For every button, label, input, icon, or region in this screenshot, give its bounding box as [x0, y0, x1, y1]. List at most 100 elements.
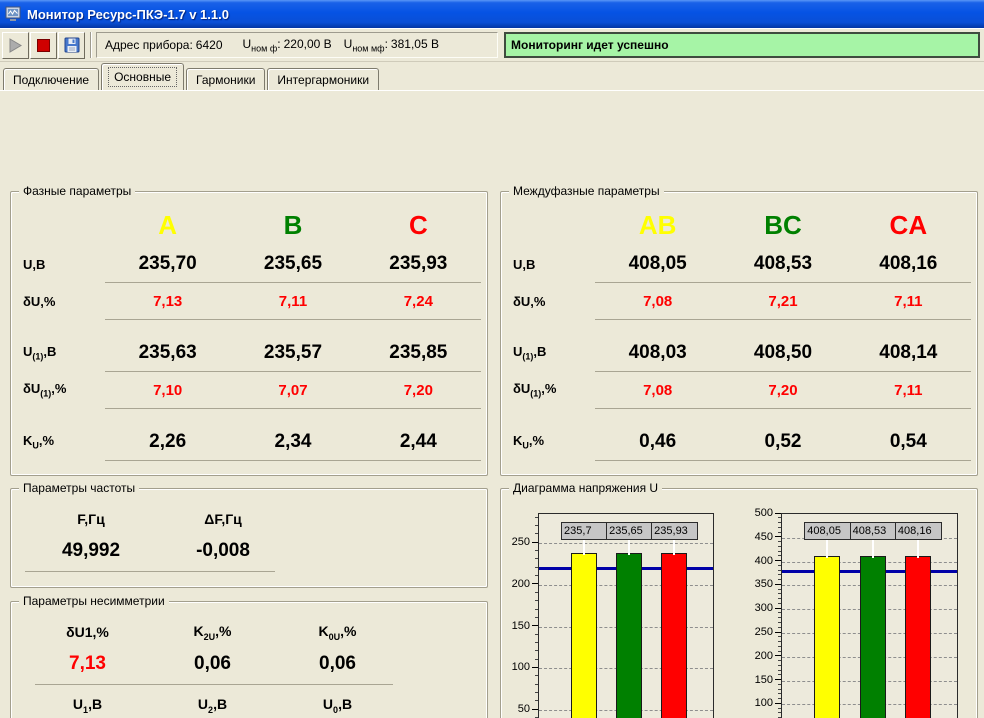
param-row-label: KU,%: [19, 433, 105, 451]
toolbar: Адрес прибора: 6420 Uном ф: 220,00 В Uно…: [0, 28, 984, 62]
group-caption: Фазные параметры: [19, 184, 135, 198]
y-minor-tick: [778, 522, 781, 523]
param-value: 7,10: [105, 382, 230, 399]
gridline: [539, 543, 713, 544]
param-value: 235,70: [105, 253, 230, 275]
y-major-tick: [775, 632, 781, 633]
y-minor-tick: [778, 555, 781, 556]
param-row-label: KU,%: [509, 433, 595, 451]
bar-value-label: 408,16: [895, 522, 942, 540]
bar: [814, 556, 840, 718]
app-icon: [5, 6, 21, 22]
bar-value-label: 408,05: [804, 522, 851, 540]
tab-Интергармоники[interactable]: Интергармоники: [267, 68, 379, 90]
param-row: δU,%7,137,117,24: [19, 283, 481, 319]
phase-column-header: C: [356, 210, 481, 241]
voltage-diagram-group: Диаграмма напряжения U 235,7235,65235,93…: [500, 488, 978, 718]
y-minor-tick: [535, 659, 538, 660]
y-minor-tick: [778, 617, 781, 618]
y-tick-label: 500: [747, 507, 773, 519]
param-row-label: δU,%: [19, 294, 105, 309]
y-minor-tick: [778, 646, 781, 647]
param-value: 7,20: [356, 382, 481, 399]
y-minor-tick: [535, 575, 538, 576]
row-separator: [595, 408, 971, 409]
param-row: U,В408,05408,53408,16: [509, 246, 971, 282]
phase-column-header: A: [105, 210, 230, 241]
param-value: 7,21: [720, 293, 845, 310]
y-major-tick: [775, 584, 781, 585]
param-value: 408,03: [595, 342, 720, 364]
param-value: 7,11: [230, 293, 355, 310]
y-minor-tick: [778, 546, 781, 547]
param-value: 0,54: [846, 431, 971, 453]
y-tick-label: 250: [747, 626, 773, 638]
y-minor-tick: [778, 651, 781, 652]
bar: [860, 556, 886, 718]
y-minor-tick: [535, 700, 538, 701]
stop-monitoring-button[interactable]: [30, 32, 57, 59]
y-major-tick: [775, 655, 781, 656]
interphase-params-group: Междуфазные параметры ABBCCAU,В408,05408…: [500, 191, 978, 476]
y-minor-tick: [778, 551, 781, 552]
y-minor-tick: [778, 541, 781, 542]
window-title: Монитор Ресурс-ПКЭ-1.7 v 1.1.0: [27, 7, 229, 22]
unom-interphase: Uном мф: 381,05 В: [344, 37, 439, 53]
phase-column-header: AB: [595, 210, 720, 241]
param-value: 235,93: [356, 253, 481, 275]
y-minor-tick: [778, 570, 781, 571]
bar-callout-line: [628, 540, 630, 555]
y-major-tick: [775, 608, 781, 609]
row-separator: [595, 319, 971, 320]
row-separator: [35, 684, 393, 685]
param-row: KU,%2,262,342,44: [19, 424, 481, 460]
y-minor-tick: [778, 527, 781, 528]
y-tick-label: 100: [508, 661, 530, 673]
group-caption: Диаграмма напряжения U: [509, 481, 662, 495]
y-minor-tick: [778, 698, 781, 699]
stop-icon: [37, 39, 50, 52]
row-separator: [105, 319, 481, 320]
row-separator: [105, 408, 481, 409]
y-minor-tick: [778, 708, 781, 709]
param-value: 0,46: [595, 431, 720, 453]
y-minor-tick: [778, 665, 781, 666]
tab-Подключение[interactable]: Подключение: [3, 68, 99, 90]
y-minor-tick: [535, 642, 538, 643]
param-row-label: U(1),В: [509, 344, 595, 362]
y-tick-label: 150: [508, 620, 530, 632]
group-caption: Параметры частоты: [19, 481, 139, 495]
tab-label: Гармоники: [196, 73, 255, 87]
param-value: 7,13: [25, 653, 150, 675]
bar-callout-line: [673, 540, 675, 555]
param-value: 408,05: [595, 253, 720, 275]
param-row-label: δU(1),%: [509, 381, 595, 399]
tab-Основные[interactable]: Основные: [101, 63, 184, 90]
y-minor-tick: [535, 692, 538, 693]
param-row-label: U,В: [19, 257, 105, 272]
tab-label: Основные: [108, 67, 177, 87]
param-row-label: δU(1),%: [19, 381, 105, 399]
save-button[interactable]: [58, 32, 85, 59]
monitoring-status: Мониторинг идет успешно: [504, 32, 980, 58]
chart-plot-area: 408,05408,53408,16: [781, 513, 958, 718]
phase-params-group: Фазные параметры ABCU,В235,70235,65235,9…: [10, 191, 488, 476]
phase-column-header: B: [230, 210, 355, 241]
y-minor-tick: [778, 627, 781, 628]
y-minor-tick: [535, 558, 538, 559]
bar-value-label: 235,7: [561, 522, 608, 540]
y-minor-tick: [535, 592, 538, 593]
chart-plot-area: 235,7235,65235,93: [538, 513, 714, 718]
y-minor-tick: [778, 598, 781, 599]
y-minor-tick: [778, 579, 781, 580]
bar-callout-line: [826, 540, 828, 558]
tab-Гармоники[interactable]: Гармоники: [186, 68, 265, 90]
param-row: KU,%0,460,520,54: [509, 424, 971, 460]
y-minor-tick: [535, 617, 538, 618]
y-minor-tick: [778, 636, 781, 637]
device-info-panel: Адрес прибора: 6420 Uном ф: 220,00 В Uно…: [96, 32, 498, 58]
param-header: K0U,%: [275, 623, 400, 642]
param-value: 408,53: [720, 253, 845, 275]
start-monitoring-button[interactable]: [2, 32, 29, 59]
title-bar[interactable]: Монитор Ресурс-ПКЭ-1.7 v 1.1.0: [0, 0, 984, 28]
